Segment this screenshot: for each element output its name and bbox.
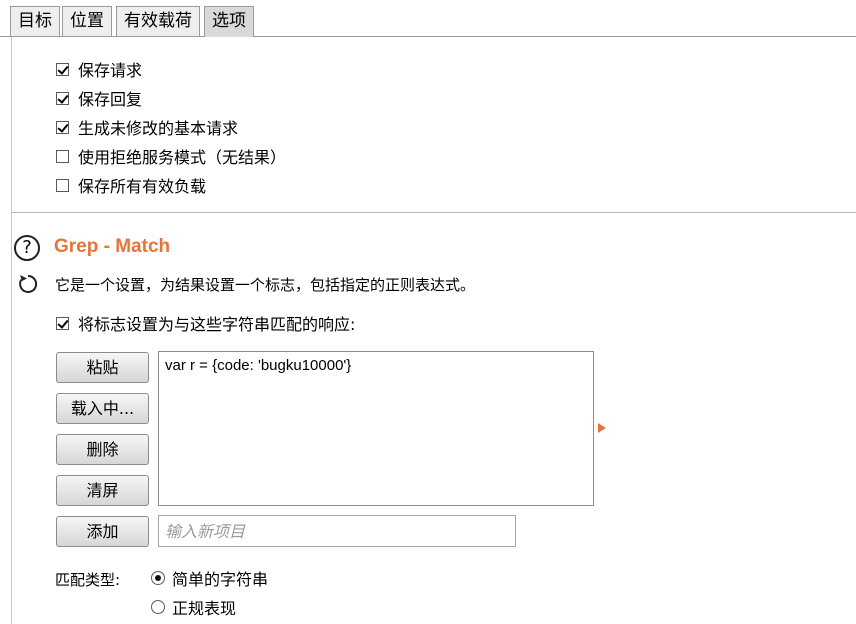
new-item-input[interactable] xyxy=(158,515,516,547)
save-responses-checkbox[interactable] xyxy=(56,91,69,105)
section-title: Grep - Match xyxy=(54,236,171,257)
content-border xyxy=(11,37,12,624)
match-strings-list[interactable]: var r = {code: 'bugku10000'} xyxy=(158,351,594,506)
option-save-requests[interactable]: 保存请求 xyxy=(56,58,142,80)
regex-radio[interactable] xyxy=(151,600,165,614)
store-payloads-checkbox[interactable] xyxy=(56,178,69,192)
match-type-regex[interactable]: 正规表现 xyxy=(151,596,236,618)
option-label: 保存回复 xyxy=(78,90,143,109)
tab-positions[interactable]: 位置 xyxy=(62,6,112,36)
match-type-label: 匹配类型: xyxy=(55,571,121,589)
save-requests-checkbox[interactable] xyxy=(56,62,69,76)
option-label: 生成未修改的基本请求 xyxy=(78,119,239,138)
tab-options[interactable]: 选项 xyxy=(204,6,254,37)
flag-matching-responses[interactable]: 将标志设置为与这些字符串匹配的响应: xyxy=(56,312,355,334)
option-label: 使用拒绝服务模式（无结果） xyxy=(78,148,287,167)
remove-button[interactable]: 删除 xyxy=(56,434,149,465)
add-button[interactable]: 添加 xyxy=(56,516,149,547)
tab-bar: 目标 位置 有效载荷 选项 xyxy=(0,0,856,37)
tab-payloads[interactable]: 有效载荷 xyxy=(116,6,200,36)
load-button[interactable]: 载入中... xyxy=(56,393,149,424)
flag-responses-label: 将标志设置为与这些字符串匹配的响应: xyxy=(78,315,356,334)
dos-mode-checkbox[interactable] xyxy=(56,149,69,163)
option-label: 保存请求 xyxy=(78,61,143,80)
paste-button[interactable]: 粘贴 xyxy=(56,352,149,383)
flag-responses-checkbox[interactable] xyxy=(56,316,69,330)
match-type-simple-string[interactable]: 简单的字符串 xyxy=(151,567,268,589)
simple-string-radio[interactable] xyxy=(151,571,165,585)
list-item[interactable]: var r = {code: 'bugku10000'} xyxy=(165,357,351,374)
option-make-baseline-request[interactable]: 生成未修改的基本请求 xyxy=(56,116,238,138)
option-store-full-payloads[interactable]: 保存所有有效负载 xyxy=(56,174,206,196)
baseline-request-checkbox[interactable] xyxy=(56,120,69,134)
refresh-icon[interactable] xyxy=(17,273,39,295)
radio-label: 正规表现 xyxy=(172,599,237,618)
section-divider xyxy=(12,212,856,213)
section-description: 它是一个设置，为结果设置一个标志，包括指定的正则表达式。 xyxy=(55,276,476,294)
help-icon[interactable]: ? xyxy=(14,235,40,261)
tab-target[interactable]: 目标 xyxy=(10,6,60,36)
option-label: 保存所有有效负载 xyxy=(78,177,207,196)
tab-bar-divider xyxy=(0,36,856,37)
radio-label: 简单的字符串 xyxy=(172,570,269,589)
clear-button[interactable]: 清屏 xyxy=(56,475,149,506)
option-denial-of-service-mode[interactable]: 使用拒绝服务模式（无结果） xyxy=(56,145,286,167)
option-save-responses[interactable]: 保存回复 xyxy=(56,87,142,109)
expand-arrow-icon[interactable] xyxy=(598,423,606,433)
